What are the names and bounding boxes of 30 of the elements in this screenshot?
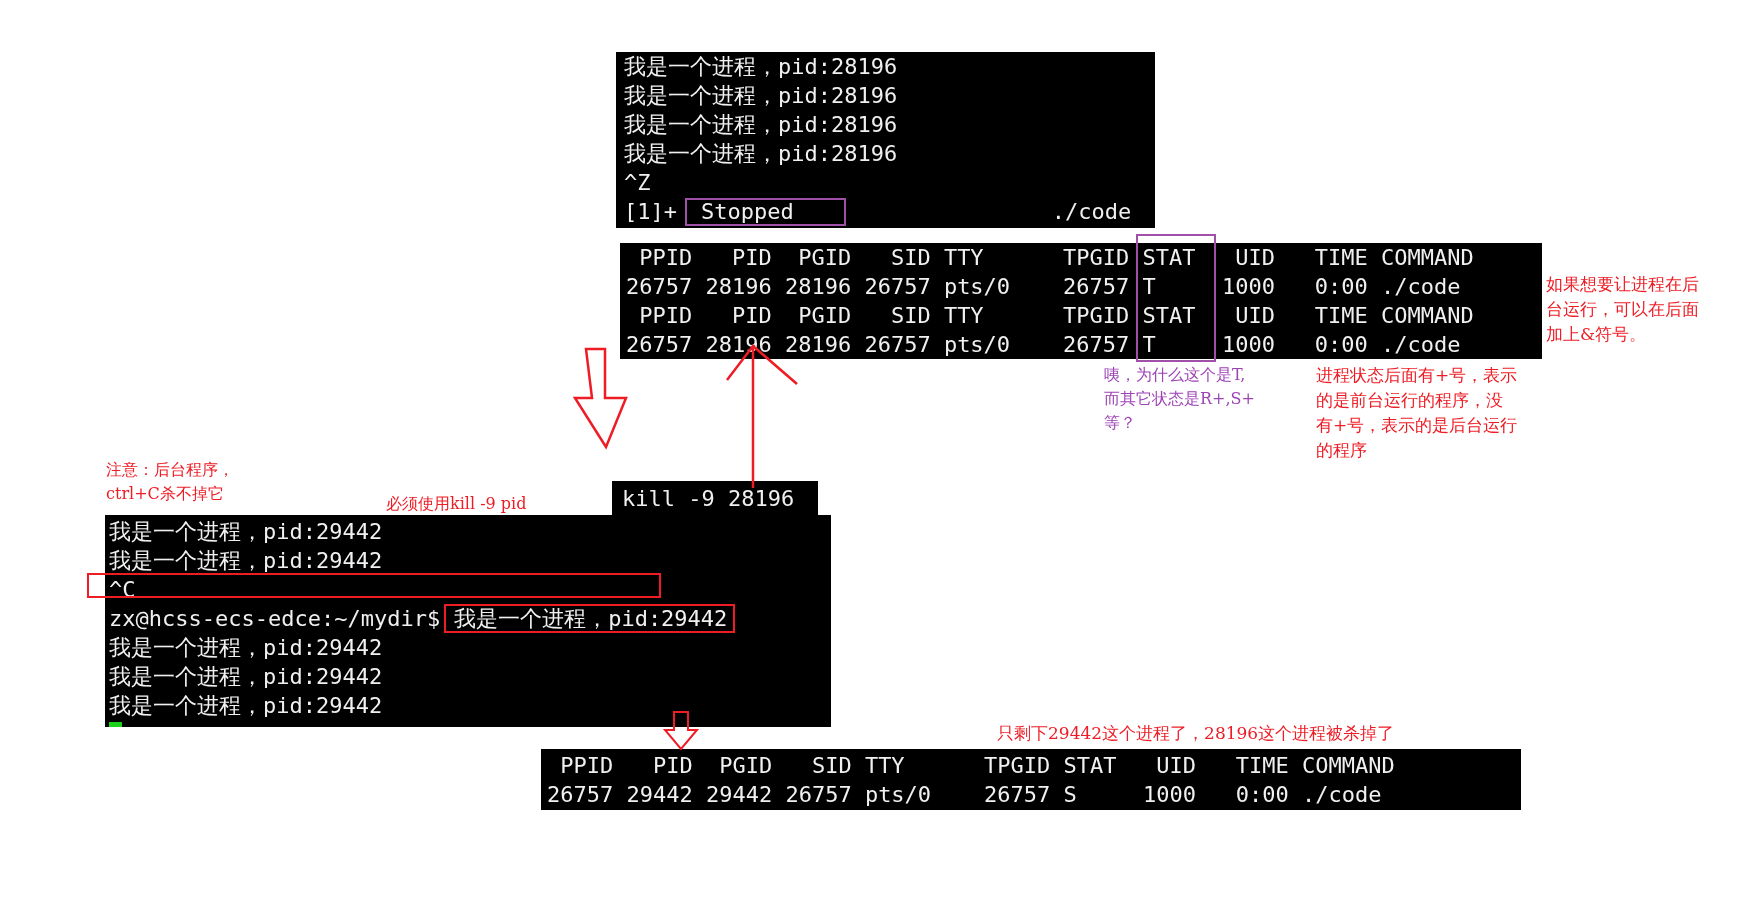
terminal-line: 我是一个进程，pid:29442 (109, 547, 383, 575)
command-text: kill -9 28196 (612, 481, 818, 517)
annotation-note: 必须使用kill -9 pid (386, 493, 527, 515)
annotation-note: 注意：后台程序， ctrl+C杀不掉它 (106, 459, 234, 505)
terminal-line: ^Z (624, 169, 651, 197)
annotation-note: 只剩下29442这个进程了，28196这个进程被杀掉了 (997, 722, 1395, 745)
terminal-line: PPID PID PGID SID TTY TPGID STAT UID TIME COMMAND (559, 752, 1395, 780)
job-command: ./code (1051, 198, 1132, 226)
job-number: [1]+ (624, 198, 677, 226)
annotation-note: 进程状态后面有+号，表示 的是前台运行的程序，没 有+号，表示的是后台运行 的程序 (1316, 364, 1518, 462)
terminal-line: 我是一个进程，pid:28196 (624, 53, 898, 81)
terminal-line: 我是一个进程，pid:28196 (624, 82, 898, 110)
terminal-line: 26757 29442 29442 26757 pts/0 26757 S 1000 0:00 ./code (547, 781, 1382, 809)
terminal-line: 我是一个进程，pid:28196 (624, 111, 898, 139)
terminal-line: 我是一个进程，pid:29442 (109, 692, 383, 720)
terminal-line: 26757 28196 28196 26757 pts/0 26757 T 1000 0:00 ./code (626, 273, 1461, 301)
terminal-line: PPID PID PGID SID TTY TPGID STAT UID TIME COMMAND (638, 302, 1474, 330)
annotation-note: 咦，为什么这个是T, 而其它状态是R+,S+ 等？ (1104, 364, 1255, 434)
terminal-line: 我是一个进程，pid:29442 (109, 634, 383, 662)
terminal-line: 我是一个进程，pid:28196 (624, 140, 898, 168)
shell-prompt: zx@hcss-ecs-edce:~/mydir$ (109, 606, 441, 631)
terminal-line: 我是一个进程，pid:29442 (109, 518, 383, 546)
down-arrow-icon (572, 347, 628, 450)
terminal-line: 26757 28196 28196 26757 pts/0 26757 T 1000 0:00 ./code (626, 331, 1461, 359)
down-arrow-icon (662, 711, 700, 751)
annotation-note: 如果想要让进程在后 台运行，可以在后面 加上&符号。 (1546, 273, 1699, 346)
terminal-output: 我是一个进程，pid:29442 (444, 604, 736, 633)
job-status: Stopped (685, 197, 846, 226)
terminal-line: 我是一个进程，pid:29442 (109, 663, 383, 691)
terminal-line: PPID PID PGID SID TTY TPGID STAT UID TIME COMMAND (638, 244, 1474, 272)
